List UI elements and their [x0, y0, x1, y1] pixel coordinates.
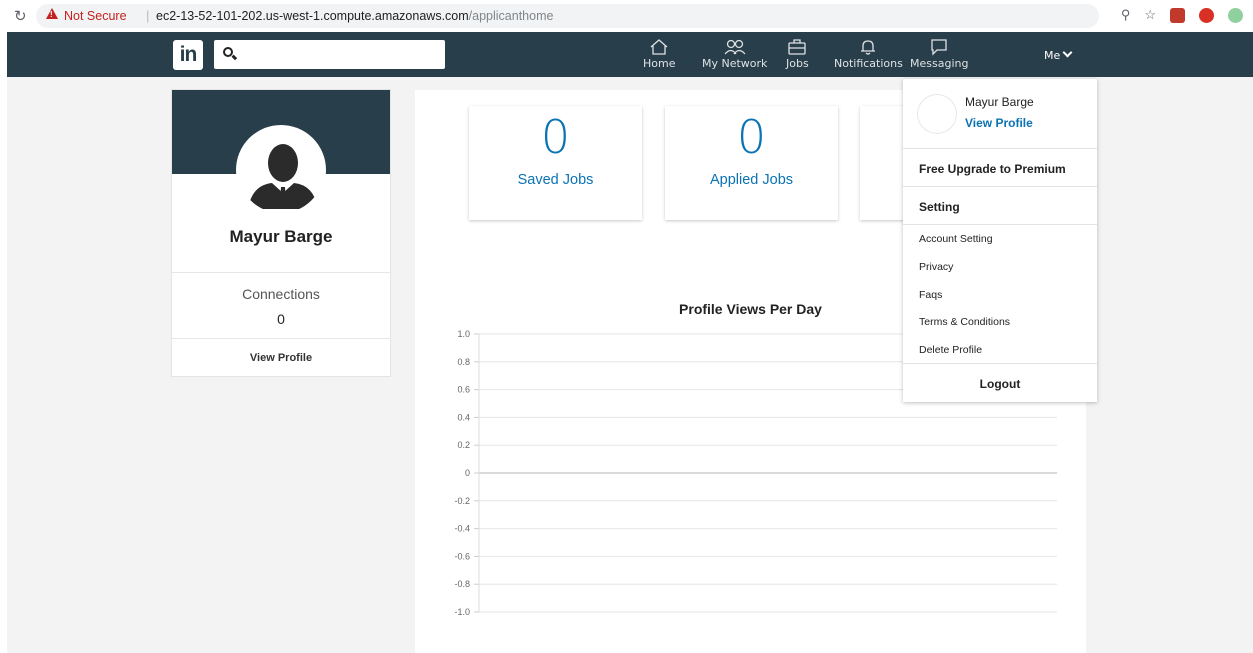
message-icon — [931, 39, 947, 56]
top-navbar: in Home My Network Jobs Notifications Me… — [7, 32, 1253, 77]
nav-notifications-label: Notifications — [834, 57, 903, 70]
adblock-icon[interactable] — [1199, 7, 1214, 23]
saved-jobs-card[interactable]: 0 Saved Jobs — [469, 106, 642, 220]
me-menu-toggle[interactable]: Me — [1044, 47, 1073, 62]
delete-profile-link[interactable]: Delete Profile — [919, 344, 982, 356]
divider — [903, 363, 1097, 364]
faqs-link[interactable]: Faqs — [919, 289, 942, 301]
y-tick-label: 0.8 — [457, 357, 470, 367]
nav-jobs-label: Jobs — [786, 57, 809, 70]
nav-my-network[interactable]: My Network — [702, 38, 767, 70]
briefcase-icon — [788, 39, 806, 55]
y-tick-label: 0.6 — [457, 385, 470, 395]
security-label[interactable]: Not Secure — [64, 9, 127, 23]
me-dropdown-menu: Mayur Barge View Profile Free Upgrade to… — [903, 79, 1097, 402]
account-setting-link[interactable]: Account Setting — [919, 233, 993, 245]
nav-home-label: Home — [643, 57, 676, 70]
nav-home[interactable]: Home — [643, 38, 675, 70]
extension-round-icon[interactable] — [1228, 7, 1243, 23]
applied-jobs-card[interactable]: 0 Applied Jobs — [665, 106, 838, 220]
url-host: ec2-13-52-101-202.us-west-1.compute.amaz… — [156, 9, 469, 23]
network-icon — [724, 39, 746, 55]
y-tick-label: 0.2 — [457, 440, 470, 450]
logout-button[interactable]: Logout — [903, 377, 1097, 391]
nav-notifications[interactable]: Notifications — [834, 38, 903, 70]
linkedin-logo[interactable]: in — [173, 40, 203, 70]
privacy-link[interactable]: Privacy — [919, 261, 953, 273]
reload-icon[interactable]: ↻ — [14, 7, 27, 25]
nav-messaging[interactable]: Messaging — [910, 38, 968, 70]
avatar[interactable] — [236, 125, 326, 215]
chevron-down-icon — [1062, 47, 1073, 58]
profile-name: Mayur Barge — [229, 227, 333, 246]
bell-icon — [861, 40, 876, 55]
divider — [903, 148, 1097, 149]
profile-card: Mayur Barge Connections 0 View Profile — [172, 90, 390, 376]
saved-jobs-label: Saved Jobs — [517, 172, 594, 188]
url-separator: | — [146, 8, 150, 23]
divider — [172, 272, 390, 273]
dropdown-avatar[interactable] — [918, 95, 956, 133]
applied-jobs-label: Applied Jobs — [709, 172, 794, 188]
y-tick-label: 1.0 — [457, 329, 470, 339]
saved-jobs-count: 0 — [540, 110, 571, 164]
terms-conditions-link[interactable]: Terms & Conditions — [919, 316, 1010, 328]
url-path: /applicanthome — [468, 9, 554, 23]
dropdown-view-profile-link[interactable]: View Profile — [965, 116, 1033, 130]
browser-toolbar: ↻ Not Secure | ec2-13-52-101-202.us-west… — [0, 0, 1253, 32]
logo-text: in — [179, 43, 198, 66]
y-tick-label: -0.4 — [454, 524, 470, 534]
y-tick-label: -0.8 — [454, 579, 470, 589]
connections-count: 0 — [277, 311, 285, 327]
y-tick-label: -1.0 — [454, 607, 470, 617]
address-bar[interactable]: Not Secure | ec2-13-52-101-202.us-west-1… — [36, 4, 1099, 28]
free-upgrade-premium-link[interactable]: Free Upgrade to Premium — [919, 162, 1066, 176]
nav-messaging-label: Messaging — [910, 57, 969, 70]
divider — [172, 338, 390, 339]
warning-icon — [46, 8, 58, 19]
nav-my-network-label: My Network — [702, 57, 768, 70]
browser-extension-icons: ⚲ ☆ — [1121, 7, 1243, 23]
divider — [903, 224, 1097, 225]
divider — [903, 186, 1097, 187]
me-label: Me — [1044, 49, 1061, 62]
y-tick-label: 0 — [465, 468, 470, 478]
url-text[interactable]: ec2-13-52-101-202.us-west-1.compute.amaz… — [156, 9, 553, 23]
star-icon[interactable]: ☆ — [1144, 7, 1156, 23]
dropdown-user-name: Mayur Barge — [965, 95, 1034, 109]
y-tick-label: 0.4 — [457, 412, 470, 422]
extension-icon[interactable] — [1170, 7, 1185, 23]
connections-label: Connections — [242, 286, 320, 302]
search-input[interactable] — [214, 40, 445, 69]
person-silhouette-icon — [248, 144, 318, 209]
key-icon[interactable]: ⚲ — [1121, 7, 1131, 23]
y-tick-label: -0.2 — [454, 496, 470, 506]
applied-jobs-count: 0 — [736, 110, 767, 164]
view-profile-link[interactable]: View Profile — [172, 352, 390, 364]
search-icon[interactable] — [223, 47, 233, 57]
nav-jobs[interactable]: Jobs — [786, 38, 809, 70]
home-icon — [650, 39, 668, 55]
setting-header: Setting — [919, 200, 960, 214]
y-tick-label: -0.6 — [454, 551, 470, 561]
